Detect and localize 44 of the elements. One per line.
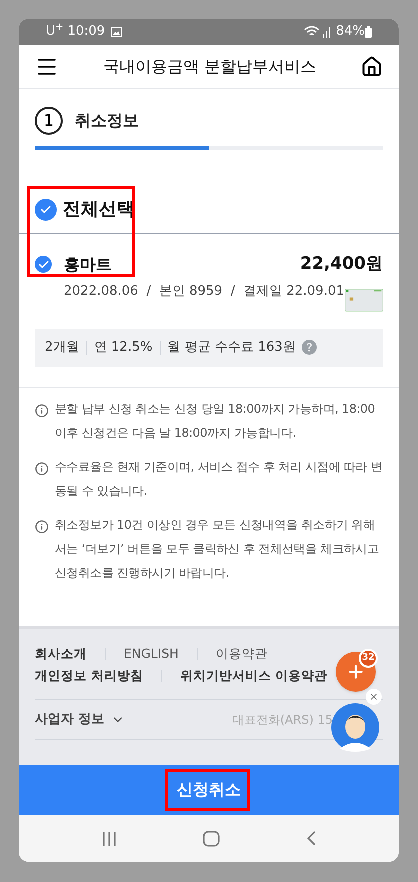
info-icon — [35, 520, 49, 534]
amount: 22,400원 — [300, 253, 383, 276]
footer-link[interactable]: 개인정보 처리방침 — [35, 666, 144, 686]
back-icon[interactable] — [306, 831, 316, 846]
footer-link[interactable]: 이용약관 — [216, 644, 268, 664]
checkbox[interactable] — [35, 256, 52, 274]
step-title: 취소정보 — [75, 110, 139, 132]
term-text: 연 12.5% — [94, 338, 153, 357]
clock: 10:09 — [68, 23, 106, 42]
close-icon — [369, 692, 379, 702]
footer-link[interactable]: 위치기반서비스 이용약관 — [180, 666, 328, 686]
signal-icon — [322, 26, 332, 38]
help-icon[interactable] — [302, 340, 317, 355]
battery-label: 84% — [336, 23, 365, 42]
check-icon — [38, 258, 50, 271]
avatar-icon[interactable] — [331, 703, 380, 752]
notice-text: 수수료율은 현재 기준이며, 서비스 접수 후 처리 시점에 따라 변동될 수 있습니다. — [55, 458, 383, 500]
check-icon — [40, 204, 52, 216]
checkbox[interactable] — [35, 198, 57, 220]
notice-text: 취소정보가 10건 이상인 경우 모든 신청내역을 취소하기 위해서는 ‘더보기’ 버튼을 모두 클릭하신 후 전체선택을 체크하시고 신청취소를 진행하시기 바랍니다. — [55, 516, 380, 582]
page-title: 국내이용금액 분할납부서비스 — [102, 56, 318, 78]
image-icon — [111, 27, 122, 37]
payment-details: 2022.08.06 / 본인 8959 / 결제일 22.09.01 — [64, 282, 344, 300]
term-text: 월 평균 수수료 163원 — [168, 338, 296, 357]
home-button[interactable] — [361, 56, 383, 78]
battery-icon — [365, 26, 372, 38]
plus-icon — [346, 662, 366, 682]
merchant-name: 홍마트 — [64, 254, 112, 276]
footer-link[interactable]: ENGLISH — [124, 644, 179, 664]
info-icon — [35, 462, 49, 476]
term-text: 2개월 — [45, 338, 80, 357]
step-number: 1 — [35, 107, 63, 135]
business-info-toggle[interactable]: 사업자 정보 — [35, 710, 125, 730]
wifi-icon — [304, 26, 320, 38]
home-icon — [361, 56, 383, 78]
notice-text: 분할 납부 신청 취소는 신청 당일 18:00까지 가능하며, 18:00 이후 신청건은 다음 날 18:00까지 가능합니다. — [55, 400, 376, 442]
home-nav-icon[interactable] — [203, 830, 220, 846]
footer-link[interactable]: 회사소개 — [35, 644, 87, 664]
info-icon — [35, 404, 49, 418]
select-all-label: 전체선택 — [63, 198, 135, 222]
carrier-label: U$^{+}$ — [46, 22, 64, 42]
recent-apps-icon[interactable] — [102, 832, 118, 846]
phone-text: 대표전화(ARS) 15 — [232, 712, 333, 728]
cancel-request-button[interactable]: 신청취소 — [19, 765, 399, 815]
